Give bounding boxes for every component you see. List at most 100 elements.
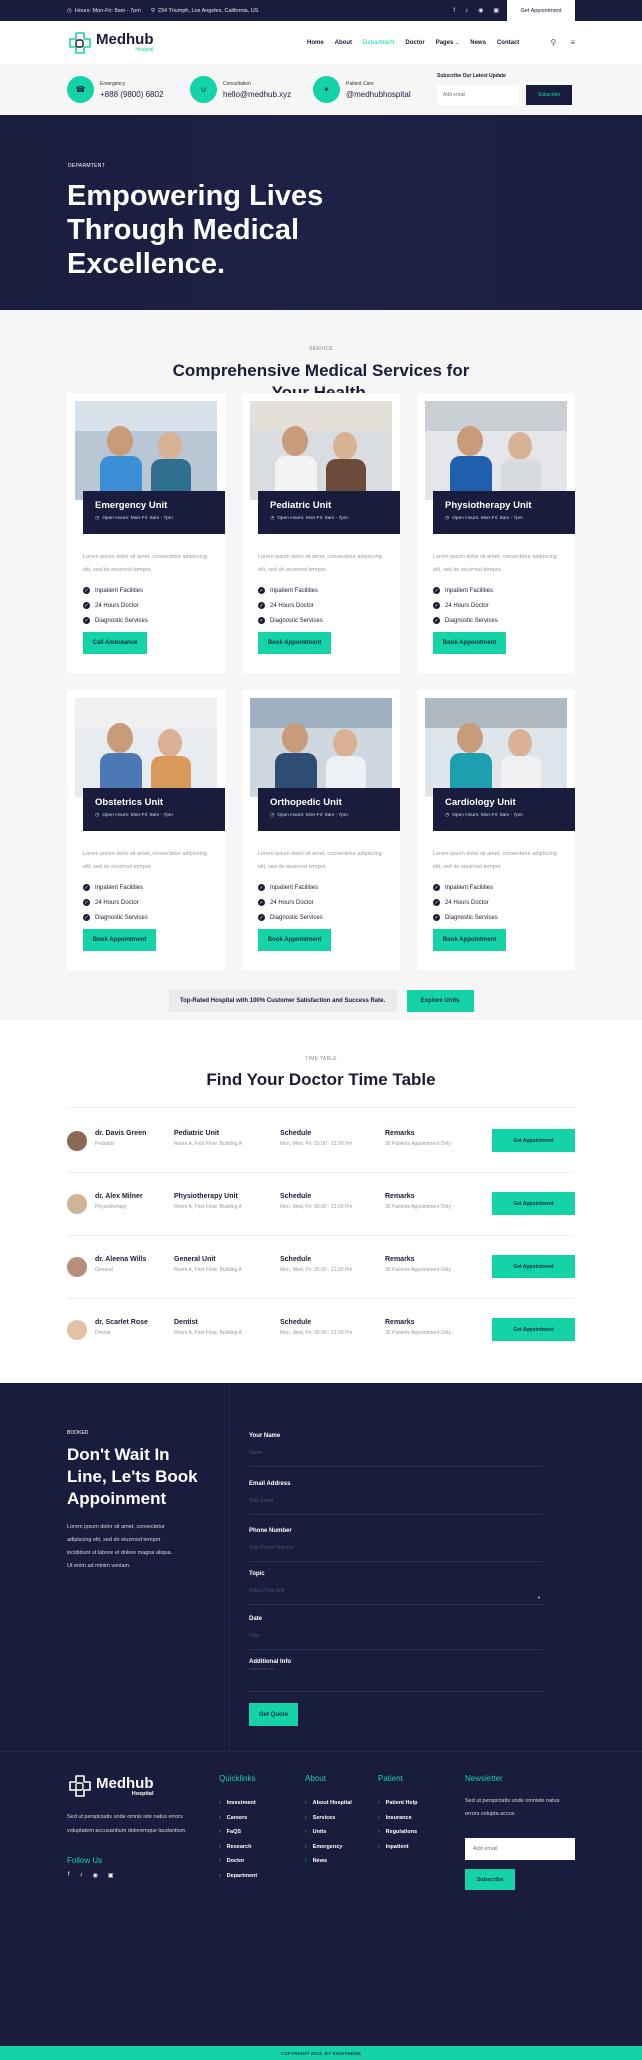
subscribe-email-input[interactable]: [437, 85, 519, 105]
footer-link[interactable]: › FaQS: [219, 1825, 257, 1840]
nav-pages[interactable]: Pages ⌄: [436, 40, 460, 46]
footer-link[interactable]: › Insurance: [378, 1811, 417, 1826]
subscribe-button[interactable]: Subscribe: [526, 85, 572, 105]
footer-link[interactable]: › Doctor: [219, 1854, 257, 1869]
tiktok-icon[interactable]: ♪: [465, 8, 468, 14]
footer-link-label: News: [312, 1858, 328, 1865]
get-appointment-button[interactable]: Get Appointment: [492, 1129, 575, 1152]
newsletter-subscribe-button[interactable]: Subscribe: [465, 1869, 515, 1890]
check-circle-icon: ✓: [258, 602, 265, 609]
date-field[interactable]: Date Date: [249, 1616, 543, 1650]
field-placeholder[interactable]: Date: [249, 1633, 543, 1639]
topic-select[interactable]: Topic Select Your Unit ▼: [249, 1571, 543, 1605]
contact-value[interactable]: +888 (9800) 6802: [100, 90, 163, 99]
get-appointment-button[interactable]: Get Appointment: [492, 1318, 575, 1341]
footer-link[interactable]: › About Hospital: [305, 1796, 352, 1811]
service-description: Lorem ipsum dolor sit amet, consectetur …: [83, 554, 207, 573]
footer-link[interactable]: › Investment: [219, 1796, 257, 1811]
remarks-label: Remarks: [385, 1256, 415, 1263]
email-field[interactable]: Email Address Your Email: [249, 1481, 543, 1515]
logo[interactable]: Medhub Hospital: [67, 31, 154, 55]
get-appointment-button[interactable]: Get Appointment: [492, 1255, 575, 1278]
chevron-right-icon: ›: [219, 1872, 221, 1879]
call-ambulance-button[interactable]: Call Ambulance: [83, 632, 147, 654]
stethoscope-icon: ∪: [190, 76, 217, 103]
get-appointment-button[interactable]: Get Appointment: [507, 0, 575, 21]
nav-news[interactable]: News: [470, 40, 486, 46]
footer-link[interactable]: › Regulations: [378, 1825, 417, 1840]
footer-link[interactable]: › Inpatient: [378, 1840, 417, 1855]
footer-link[interactable]: › News: [305, 1854, 352, 1869]
feature-item: ✓ Diagnostic Services: [433, 613, 498, 628]
book-appointment-button[interactable]: Book Appointment: [258, 632, 331, 654]
section-tag: TIME TABLE: [305, 1056, 337, 1062]
field-placeholder[interactable]: Your Email: [249, 1498, 543, 1504]
check-circle-icon: ✓: [83, 617, 90, 624]
footer-link[interactable]: › Careers: [219, 1811, 257, 1826]
footer-link[interactable]: › Emergency: [305, 1840, 352, 1855]
book-appointment-button[interactable]: Book Appointment: [258, 929, 331, 951]
search-icon[interactable]: ⚲: [550, 38, 556, 47]
get-appointment-button[interactable]: Get Appointment: [492, 1192, 575, 1215]
check-circle-icon: ✓: [258, 884, 265, 891]
newsletter: Newsletter Sed ut perspiciatis unde omni…: [465, 1774, 575, 1890]
contact-value[interactable]: hello@medhub.xyz: [223, 90, 291, 99]
service-photo: [75, 698, 217, 797]
book-appointment-button[interactable]: Book Appointment: [433, 632, 506, 654]
nav-contact[interactable]: Contact: [497, 40, 519, 46]
linkedin-icon[interactable]: ▣: [493, 7, 499, 14]
footer-logo[interactable]: Medhub Hospital: [67, 1774, 154, 1798]
open-hours: ◷ Open Hours: Mon-Fri: 8am - 7pm: [95, 516, 225, 521]
menu-icon[interactable]: ≡: [570, 38, 575, 47]
instagram-icon[interactable]: ◉: [478, 7, 483, 14]
doctor-info: dr. Aleena Wills General: [95, 1256, 146, 1273]
book-appointment-button[interactable]: Book Appointment: [83, 929, 156, 951]
medical-cross-logo-icon: [69, 1775, 91, 1797]
field-underline: [249, 1466, 543, 1467]
feature-text: Diagnostic Services: [95, 914, 148, 921]
contact-consultation: ∪ Consultation hello@medhub.xyz: [190, 76, 313, 103]
linkedin-icon[interactable]: ▣: [108, 1872, 114, 1879]
service-description: Lorem ipsum dolor sit amet, consectetur …: [433, 554, 557, 573]
field-placeholder[interactable]: Your Phone Number: [249, 1545, 543, 1551]
tiktok-icon[interactable]: ♪: [80, 1872, 83, 1879]
additional-info-field[interactable]: Additional Info Additional Info: [249, 1659, 543, 1692]
phone-field[interactable]: Phone Number Your Phone Number: [249, 1528, 543, 1562]
facebook-icon[interactable]: f: [68, 1872, 70, 1879]
field-placeholder[interactable]: Name: [249, 1450, 543, 1456]
field-placeholder[interactable]: Additional Info: [249, 1666, 543, 1671]
footer-link[interactable]: › Department: [219, 1869, 257, 1884]
hero-title-line: Excellence.: [67, 248, 225, 280]
nav-doctor[interactable]: Doctor: [405, 40, 424, 46]
chevron-right-icon: ›: [219, 1829, 221, 1836]
footer-link[interactable]: › Units: [305, 1825, 352, 1840]
newsletter-email-input[interactable]: [465, 1838, 575, 1860]
services-cta-bar: Top-Rated Hospital with 100% Customer Sa…: [0, 990, 642, 1012]
section-tag: SERVICE: [309, 346, 333, 352]
nav-about[interactable]: About: [335, 40, 352, 46]
facebook-icon[interactable]: f: [453, 8, 455, 14]
footer-link-label: Services: [312, 1814, 336, 1821]
footer-column-patient: Patient › Patient Help › Insurance › Regulati…: [378, 1774, 417, 1854]
hero-banner: DEPARMTENT Empowering Lives Through Medi…: [0, 115, 642, 310]
service-title: Physiotherapy Unit: [445, 500, 532, 511]
footer-link[interactable]: › Patient Help: [378, 1796, 417, 1811]
row-divider: [67, 1235, 575, 1236]
check-circle-icon: ✓: [83, 587, 90, 594]
nav-home[interactable]: Home: [307, 40, 324, 46]
dropdown-arrow-icon: ▼: [537, 1595, 541, 1600]
footer-link[interactable]: › Services: [305, 1811, 352, 1826]
schedule-value: Mon, Wed, Fri: 05.00 - 21.00 Pm: [280, 1267, 353, 1273]
field-placeholder[interactable]: Select Your Unit: [249, 1588, 543, 1594]
contact-value[interactable]: @medhubhospital: [346, 90, 411, 99]
footer-link[interactable]: › Research: [219, 1840, 257, 1855]
nav-department[interactable]: Department: [363, 40, 394, 46]
name-field[interactable]: Your Name Name: [249, 1433, 543, 1467]
explore-units-button[interactable]: Explore Units: [406, 990, 474, 1012]
instagram-icon[interactable]: ◉: [93, 1872, 98, 1879]
book-appointment-button[interactable]: Book Appointment: [433, 929, 506, 951]
clock-icon: ◷: [95, 516, 100, 521]
get-quote-button[interactable]: Get Quote: [249, 1703, 298, 1726]
open-hours-text: Open Hours: Mon-Fri: 8am - 7pm: [452, 516, 523, 521]
top-bar: ◷ Hours: Mon-Fri: 8am - 7pm ⚲ 234 Triump…: [0, 0, 642, 21]
